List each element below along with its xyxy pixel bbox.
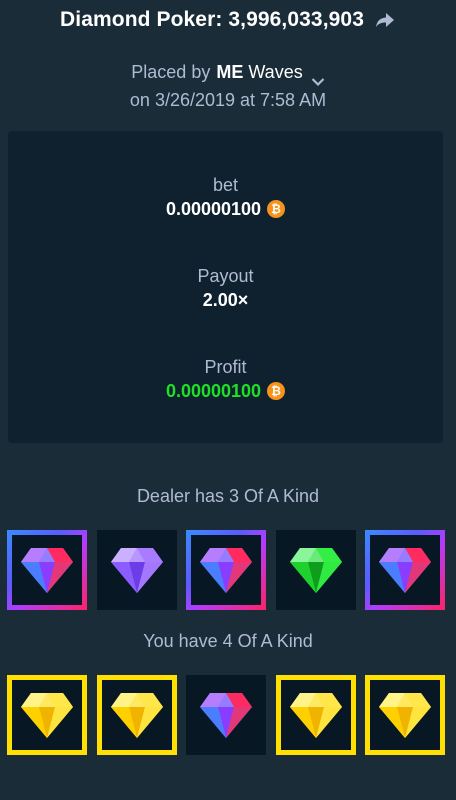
gem-card: [186, 530, 266, 610]
gem-card: [97, 675, 177, 755]
gem-card: [276, 530, 356, 610]
diamond-gem-icon: [290, 693, 342, 738]
username-first: ME: [216, 62, 244, 82]
bet-date: on 3/26/2019 at 7:58 AM: [129, 90, 327, 110]
bet-stats-panel: bet 0.00000100 ₿ Payout 2.00× Profit 0.0…: [8, 131, 443, 443]
gem-card-inner: [281, 680, 351, 750]
placed-by-label: Placed by: [131, 62, 211, 82]
username-second: Waves: [248, 62, 303, 82]
share-arrow-icon[interactable]: [374, 11, 396, 29]
bet-stat: bet 0.00000100 ₿: [8, 173, 443, 221]
dealer-cards: [7, 530, 449, 610]
diamond-gem-icon: [111, 693, 163, 738]
gem-card: [186, 675, 266, 755]
dealer-hand-label: Dealer has 3 Of A Kind: [136, 486, 320, 506]
gem-card-inner: [12, 535, 82, 605]
chevron-down-icon[interactable]: [311, 67, 325, 87]
diamond-gem-icon: [290, 548, 342, 593]
gem-card-inner: [191, 535, 261, 605]
gem-card-inner: [102, 535, 172, 605]
diamond-gem-icon: [111, 548, 163, 593]
player-hand-label: You have 4 Of A Kind: [143, 631, 313, 651]
header: Diamond Poker: 3,996,033,903: [0, 0, 456, 40]
profit-value-row: 0.00000100 ₿: [8, 379, 443, 403]
bet-label: bet: [212, 175, 239, 195]
diamond-gem-icon: [379, 548, 431, 593]
profit-label: Profit: [204, 357, 247, 377]
diamond-gem-icon: [200, 693, 252, 738]
bitcoin-icon: ₿: [267, 382, 286, 400]
gem-card: [97, 530, 177, 610]
profit-value: 0.00000100: [165, 381, 262, 401]
player-cards: [7, 675, 449, 755]
placed-by-line: Placed by ME Waves: [0, 58, 456, 87]
diamond-gem-icon: [379, 693, 431, 738]
bet-value: 0.00000100: [165, 199, 262, 219]
payout-value: 2.00×: [202, 290, 249, 310]
page-title: Diamond Poker: 3,996,033,903: [60, 8, 364, 31]
payout-label: Payout: [197, 266, 254, 286]
gem-card: [365, 675, 445, 755]
diamond-gem-icon: [21, 548, 73, 593]
gem-card-inner: [102, 680, 172, 750]
gem-card: [276, 675, 356, 755]
gem-card-inner: [370, 680, 440, 750]
diamond-gem-icon: [21, 693, 73, 738]
username-link[interactable]: ME Waves: [216, 58, 302, 86]
gem-card: [365, 530, 445, 610]
gem-card-inner: [370, 535, 440, 605]
bet-value-row: 0.00000100 ₿: [8, 197, 443, 221]
bitcoin-icon: ₿: [267, 200, 286, 218]
diamond-gem-icon: [200, 548, 252, 593]
bet-meta: Placed by ME Waves on 3/26/2019 at 7:58 …: [0, 58, 456, 114]
gem-card: [7, 530, 87, 610]
gem-card-inner: [12, 680, 82, 750]
payout-stat: Payout 2.00×: [8, 264, 443, 312]
gem-card-inner: [281, 535, 351, 605]
gem-card: [7, 675, 87, 755]
profit-stat: Profit 0.00000100 ₿: [8, 355, 443, 403]
gem-card-inner: [191, 680, 261, 750]
payout-value-row: 2.00×: [8, 288, 443, 312]
